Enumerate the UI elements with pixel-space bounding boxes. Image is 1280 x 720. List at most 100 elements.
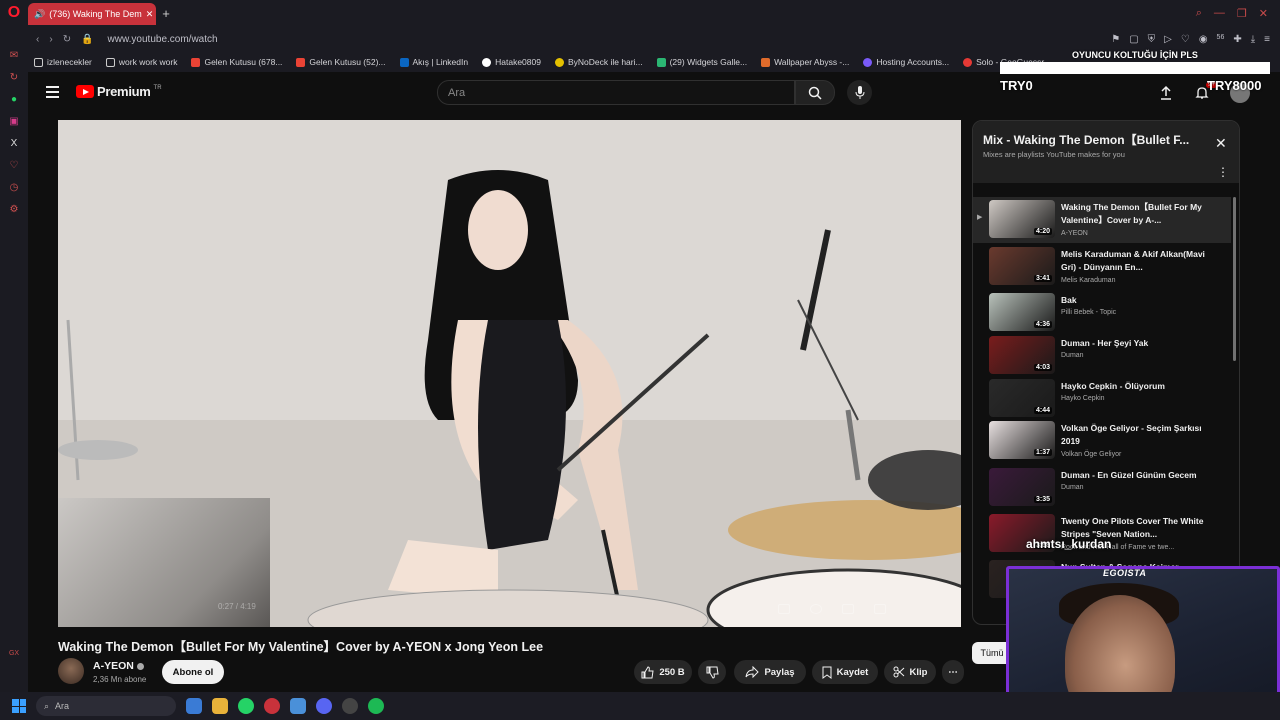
dislike-button[interactable] <box>698 660 726 684</box>
search-button[interactable] <box>795 80 835 105</box>
video-player[interactable]: 0:27 / 4:19 <box>58 120 961 627</box>
search-tabs-icon[interactable]: ⌕ <box>1196 7 1202 20</box>
settings-gear-icon[interactable] <box>810 604 822 614</box>
screen: O 🔊 (736) Waking The Dem ✕ + ⌕ — ❐ ✕ ✉ ↻… <box>0 0 1280 720</box>
like-count: 250 B <box>659 666 685 678</box>
playlist-item-title: Melis Karaduman & Akif Alkan(Mavi Gri) -… <box>1061 249 1205 272</box>
browser-tab-active[interactable]: 🔊 (736) Waking The Dem ✕ <box>28 3 156 25</box>
upload-icon[interactable] <box>1158 85 1174 101</box>
playlist-thumbnail[interactable]: 1:37 <box>989 421 1055 459</box>
favorite-icon[interactable]: ♡ <box>1181 34 1190 45</box>
spotify-icon[interactable] <box>368 698 384 714</box>
fullscreen-icon[interactable] <box>874 604 886 614</box>
hamburger-menu-icon[interactable] <box>46 86 59 98</box>
more-vertical-icon[interactable]: ⋮ <box>1217 165 1229 179</box>
discord-icon[interactable] <box>316 698 332 714</box>
close-icon[interactable]: ✕ <box>1215 135 1227 152</box>
subtitles-icon[interactable] <box>778 604 790 614</box>
bookmark-item[interactable]: Hosting Accounts... <box>863 57 949 67</box>
extension-icon[interactable]: ◉ <box>1199 34 1208 45</box>
duration-badge: 4:20 <box>1033 228 1052 235</box>
playlist-scrollbar[interactable] <box>1233 197 1236 361</box>
bookmark-icon[interactable]: ⚑ <box>1111 34 1120 45</box>
whatsapp-icon[interactable]: ● <box>8 94 20 106</box>
playlist-item[interactable]: 3:35 Duman - En Güzel Günüm Gecem Duman <box>973 465 1231 511</box>
heart-icon[interactable]: ♡ <box>8 160 20 172</box>
forward-icon[interactable]: › <box>49 34 52 45</box>
playlist-thumbnail[interactable]: 4:03 <box>989 336 1055 374</box>
bookmark-item[interactable]: work work work <box>105 57 177 67</box>
taskbar-search[interactable]: ⌕ Ara <box>36 696 176 716</box>
download-icon[interactable]: ⤓ <box>1251 34 1255 45</box>
subscribe-button[interactable]: Abone ol <box>162 660 224 684</box>
playlist-item[interactable]: ▶ 4:20 Waking The Demon【Bullet For My Vale… <box>973 197 1231 243</box>
windows-start-icon[interactable] <box>12 699 26 713</box>
bookmark-item[interactable]: izlenecekler <box>34 57 92 67</box>
toolbar-icons: ⚑ ▢ ⛨ ▷ ♡ ◉ 56 ✚ ⤓ ≡ <box>1111 34 1280 45</box>
search-input[interactable]: Ara <box>437 80 795 105</box>
youtube-header: Premium TR Ara 9+ <box>28 72 1280 112</box>
clip-button[interactable]: Klip <box>884 660 936 684</box>
back-icon[interactable]: ‹ <box>36 34 39 45</box>
save-button[interactable]: Kaydet <box>812 660 878 684</box>
messenger-icon[interactable]: ✉ <box>8 50 20 62</box>
thumbs-down-icon <box>706 666 719 679</box>
shield-icon[interactable]: ⛨ <box>1148 34 1156 45</box>
close-window-icon[interactable]: ✕ <box>1259 7 1268 20</box>
whatsapp-icon[interactable] <box>238 698 254 714</box>
bynodeck-icon <box>554 57 564 67</box>
playlist-item[interactable]: 4:03 Duman - Her Şeyi Yak Duman <box>973 333 1231 379</box>
maximize-icon[interactable]: ❐ <box>1237 7 1247 20</box>
window-controls: ⌕ — ❐ ✕ <box>1196 7 1280 20</box>
menu-icon[interactable]: ≡ <box>1264 34 1270 45</box>
tab-title: (736) Waking The Dem <box>49 9 142 19</box>
bookmark-item[interactable]: Wallpaper Abyss -... <box>761 57 849 67</box>
x-icon[interactable]: X <box>8 138 20 150</box>
minimize-icon[interactable]: — <box>1214 7 1225 20</box>
share-button[interactable]: Paylaş <box>734 660 806 684</box>
url-field[interactable]: www.youtube.com/watch <box>108 34 218 45</box>
playlist-item[interactable]: 4:44 Hayko Cepkin - Ölüyorum Hayko Cepkin <box>973 376 1231 422</box>
speaker-icon[interactable]: 🔊 <box>34 9 45 20</box>
history-icon[interactable]: ◷ <box>8 182 20 194</box>
play-icon[interactable]: ▷ <box>1164 34 1172 45</box>
bookmark-item[interactable]: Gelen Kutusu (52)... <box>296 57 386 67</box>
bookmark-item[interactable]: Gelen Kutusu (678... <box>191 57 282 67</box>
playlist-title[interactable]: Mix - Waking The Demon【Bullet F... <box>983 131 1203 148</box>
bookmark-item[interactable]: Hatake0809 <box>482 57 541 67</box>
bookmark-item[interactable]: ByNoDeck ile hari... <box>554 57 643 67</box>
instagram-icon[interactable]: ▣ <box>8 116 20 128</box>
youtube-logo[interactable]: Premium TR <box>76 84 162 99</box>
channel-name[interactable]: A-YEON <box>93 660 144 672</box>
opera-logo-icon[interactable]: O <box>0 0 28 26</box>
steam-icon[interactable] <box>342 698 358 714</box>
more-actions-button[interactable]: ⋯ <box>942 660 964 684</box>
playlist-thumbnail[interactable]: 4:20 <box>989 200 1055 238</box>
puzzle-icon[interactable]: ✚ <box>1233 34 1241 45</box>
new-tab-button[interactable]: + <box>156 6 176 21</box>
playlist-thumbnail[interactable]: 4:36 <box>989 293 1055 331</box>
tab-close-icon[interactable]: ✕ <box>146 9 154 20</box>
duration-badge: 3:35 <box>1033 496 1052 503</box>
voice-search-button[interactable] <box>847 80 872 105</box>
camera-icon[interactable]: ▢ <box>1129 34 1138 45</box>
playlist-item[interactable]: 1:37 Volkan Öge Geliyor - Seçim Şarkısı 2… <box>973 418 1231 464</box>
playlist-thumbnail[interactable]: 4:44 <box>989 379 1055 417</box>
settings-icon[interactable]: ⚙ <box>8 204 20 216</box>
bookmark-item[interactable]: (29) Widgets Galle... <box>656 57 747 67</box>
playlist-item-title: Hayko Cepkin - Ölüyorum <box>1061 381 1165 391</box>
reload-icon[interactable]: ↻ <box>63 34 71 45</box>
like-button[interactable]: 250 B <box>634 660 692 684</box>
bookmark-item[interactable]: Akış | LinkedIn <box>399 57 468 67</box>
file-explorer-icon[interactable] <box>212 698 228 714</box>
channel-avatar[interactable] <box>58 658 84 684</box>
playlist-thumbnail[interactable]: 3:35 <box>989 468 1055 506</box>
playlist-item[interactable]: 3:41 Melis Karaduman & Akif Alkan(Mavi Gr… <box>973 244 1231 290</box>
miniplayer-icon[interactable] <box>842 604 854 614</box>
app-icon[interactable] <box>290 698 306 714</box>
playlist-thumbnail[interactable]: 3:41 <box>989 247 1055 285</box>
opera-gx-icon[interactable] <box>264 698 280 714</box>
playlist-item[interactable]: 4:36 Bak Pilli Bebek - Topic <box>973 290 1231 336</box>
store-icon[interactable] <box>186 698 202 714</box>
refresh-icon[interactable]: ↻ <box>8 72 20 84</box>
